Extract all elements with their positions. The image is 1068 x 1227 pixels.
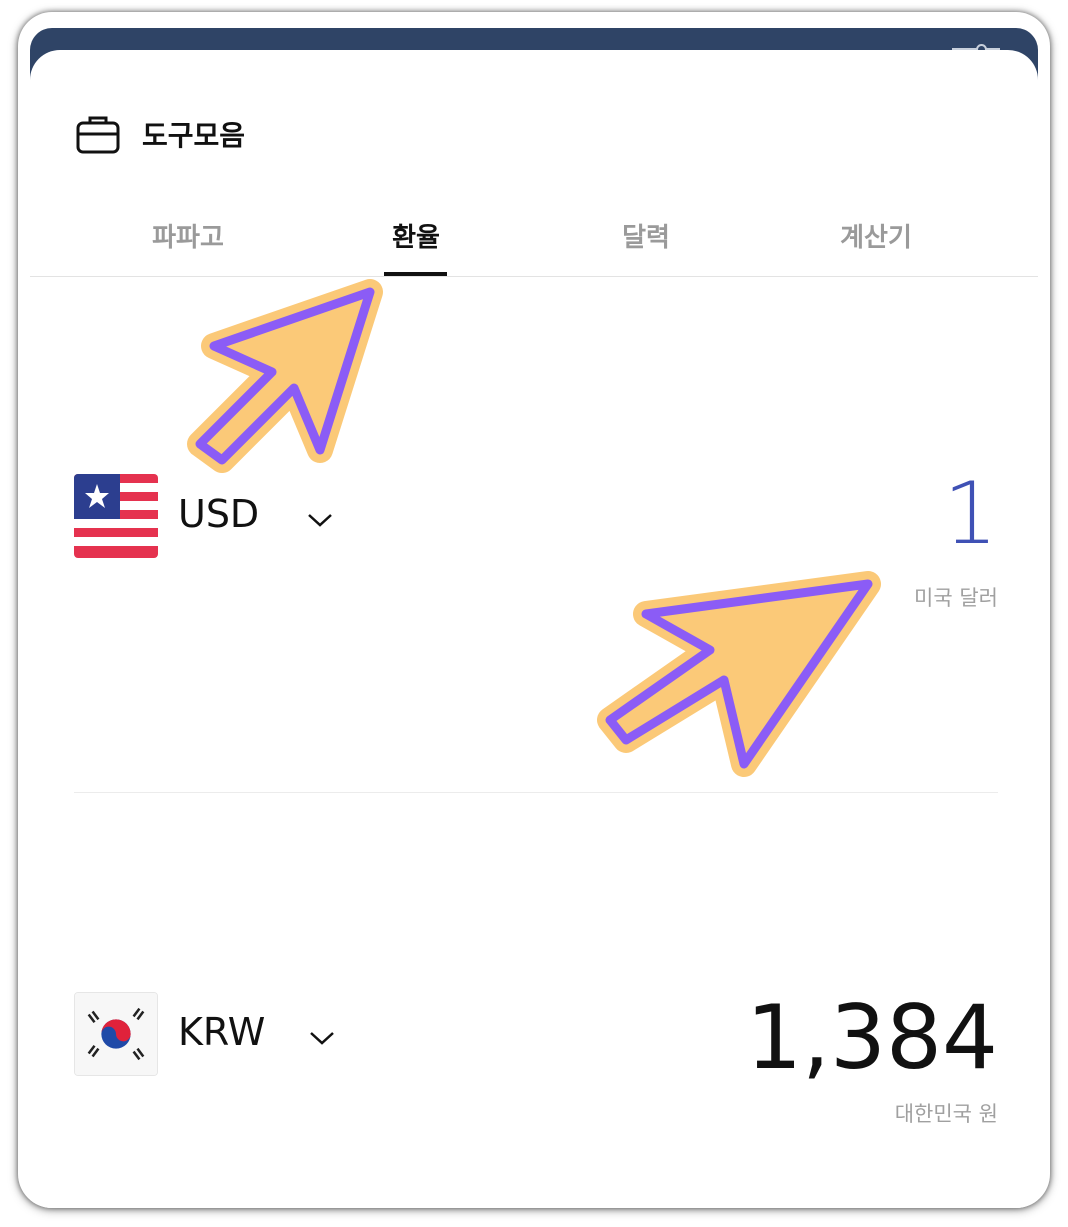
- page-title: 도구모음: [142, 119, 246, 152]
- app-frame: 도구모음 파파고 환율 달력 계산기 USD 1 미국 달러 KRW 1,384…: [18, 12, 1050, 1208]
- us-flag-icon: [74, 474, 158, 558]
- to-currency-name: 대한민국 원: [894, 1102, 998, 1126]
- chevron-down-icon[interactable]: [306, 510, 334, 530]
- from-currency-code[interactable]: USD: [178, 492, 259, 536]
- kr-flag-icon: [74, 992, 158, 1076]
- tab-calendar[interactable]: 달력: [576, 220, 716, 276]
- from-currency-name: 미국 달러: [914, 586, 998, 610]
- chevron-down-icon[interactable]: [308, 1028, 336, 1048]
- tools-sheet: 도구모음 파파고 환율 달력 계산기 USD 1 미국 달러 KRW 1,384…: [30, 50, 1038, 1208]
- to-currency-code[interactable]: KRW: [178, 1010, 265, 1054]
- tab-calculator[interactable]: 계산기: [806, 220, 946, 276]
- sheet-header: 도구모음: [76, 112, 245, 156]
- to-amount: 1,384: [746, 986, 998, 1089]
- from-amount[interactable]: 1: [943, 464, 998, 564]
- annotation-arrow-icon: [187, 279, 383, 473]
- to-currency-row: KRW 1,384 대한민국 원: [74, 986, 998, 1132]
- briefcase-icon: [76, 116, 120, 154]
- annotation-arrow-icon: [597, 571, 881, 777]
- row-divider: [74, 792, 998, 793]
